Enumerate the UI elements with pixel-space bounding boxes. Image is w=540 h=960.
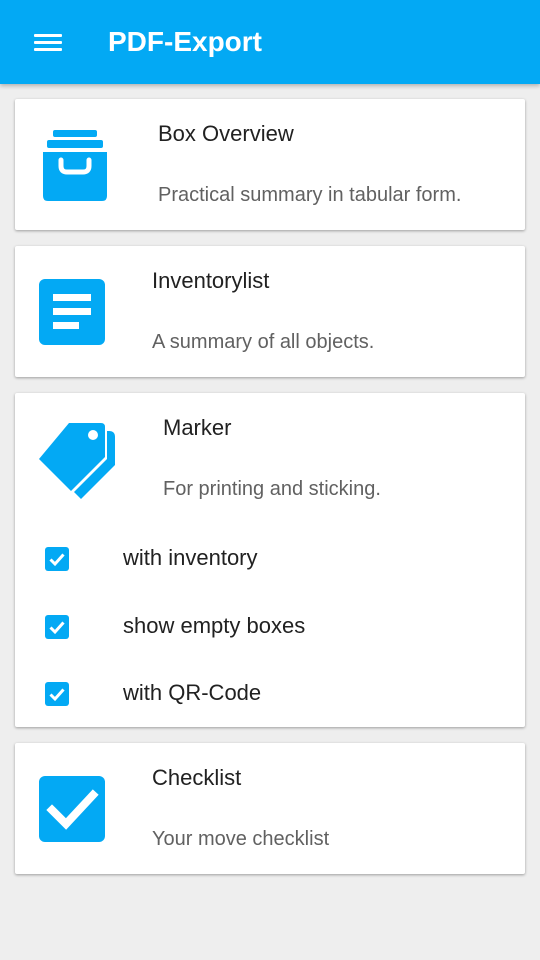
- checkbox-checked-icon[interactable]: [45, 615, 69, 639]
- card-title: Inventorylist: [152, 268, 270, 293]
- tags-icon: [37, 421, 117, 506]
- card-subtitle: Practical summary in tabular form.: [158, 184, 462, 206]
- option-label: with QR-Code: [123, 680, 262, 705]
- option-with-inventory[interactable]: with inventory: [15, 534, 525, 584]
- card-inventorylist[interactable]: Inventorylist A summary of all objects.: [15, 246, 525, 377]
- checkbox-checked-icon[interactable]: [45, 547, 69, 571]
- card-subtitle: For printing and sticking.: [163, 478, 381, 500]
- document-list-icon: [39, 279, 105, 350]
- card-title: Box Overview: [158, 121, 294, 146]
- card-subtitle: A summary of all objects.: [152, 331, 375, 353]
- checkbox-checked-icon: [39, 776, 105, 847]
- page-title: PDF-Export: [108, 26, 262, 57]
- card-title: Checklist: [152, 765, 242, 790]
- option-show-empty-boxes[interactable]: show empty boxes: [15, 602, 525, 652]
- option-label: show empty boxes: [123, 613, 306, 638]
- app-bar: PDF-Export: [0, 0, 540, 84]
- option-with-qr-code[interactable]: with QR-Code: [15, 669, 525, 719]
- card-title: Marker: [163, 415, 232, 440]
- checkbox-checked-icon[interactable]: [45, 682, 69, 706]
- hamburger-menu-icon[interactable]: [34, 31, 62, 53]
- card-marker[interactable]: Marker For printing and sticking. with i…: [15, 393, 525, 727]
- option-label: with inventory: [123, 545, 258, 570]
- card-checklist[interactable]: Checklist Your move checklist: [15, 743, 525, 874]
- card-subtitle: Your move checklist: [152, 828, 330, 850]
- archive-drawer-icon: [39, 130, 111, 207]
- card-box-overview[interactable]: Box Overview Practical summary in tabula…: [15, 99, 525, 230]
